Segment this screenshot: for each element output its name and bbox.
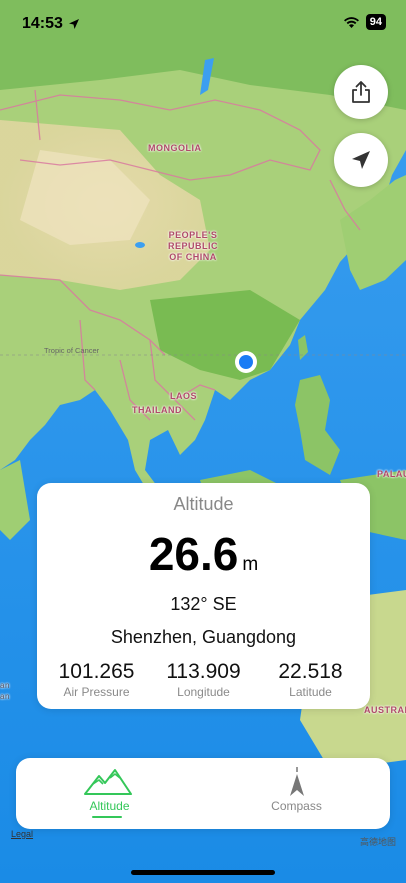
tab-label: Compass [271, 799, 322, 813]
altitude-value: 26.6 [148, 528, 239, 580]
metric-value: 113.909 [166, 660, 241, 683]
share-icon [352, 81, 370, 103]
card-title: Altitude [173, 494, 234, 514]
metric-latitude: 22.518 Latitude [261, 660, 361, 699]
wifi-icon [343, 16, 359, 28]
map-label-laos: LAOS [170, 391, 198, 401]
map-label-palau: PALAU [377, 469, 406, 479]
tab-label: Altitude [89, 799, 130, 813]
legal-link[interactable]: Legal [11, 829, 33, 839]
altitude-card: Altitude 26.6 m 132° SE Shenzhen, Guangdo… [37, 483, 370, 709]
map-provider-logo: 高德地图 [359, 837, 396, 847]
location-arrow-icon [352, 151, 370, 169]
metric-value: 101.265 [58, 660, 135, 683]
map-label-china: PEOPLE'S REPUBLIC OF CHINA [168, 230, 219, 262]
map-view[interactable] [0, 0, 406, 883]
altitude-unit: m [242, 554, 259, 575]
share-button[interactable] [334, 65, 388, 119]
map-label-thailand: THAILAND [132, 405, 182, 415]
mountain-icon [84, 769, 132, 795]
heading-text: 132° SE [170, 594, 237, 614]
map-label-australia: AUSTRAL [364, 705, 406, 715]
status-time-group: 14:53 [22, 15, 80, 33]
tab-selected-indicator [92, 816, 122, 818]
map-label-edge-left: an an [0, 681, 10, 701]
status-right: 94 [343, 14, 386, 30]
metrics-row: 101.265 Air Pressure 113.909 Longitude 2… [37, 660, 370, 699]
map-label-tropic: Tropic of Cancer [44, 346, 100, 355]
metric-label: Air Pressure [63, 685, 130, 699]
location-arrow-icon [68, 19, 79, 29]
altitude-readout: 26.6 m [37, 527, 370, 581]
metric-label: Latitude [289, 685, 332, 699]
locate-me-button[interactable] [334, 133, 388, 187]
metric-label: Longitude [177, 685, 230, 699]
map-label-mongolia: MONGOLIA [148, 143, 202, 153]
home-indicator[interactable] [131, 870, 275, 875]
battery-indicator: 94 [365, 14, 386, 30]
metric-air-pressure: 101.265 Air Pressure [47, 660, 147, 699]
compass-needle-icon [290, 767, 304, 796]
metric-longitude: 113.909 Longitude [154, 660, 254, 699]
tab-compass[interactable]: Compass [203, 758, 390, 829]
metric-value: 22.518 [278, 660, 343, 683]
tab-bar: Altitude Compass [16, 758, 390, 829]
status-time: 14:53 [22, 15, 63, 32]
tab-altitude[interactable]: Altitude [16, 758, 203, 829]
place-name: Shenzhen, Guangdong [110, 627, 297, 647]
